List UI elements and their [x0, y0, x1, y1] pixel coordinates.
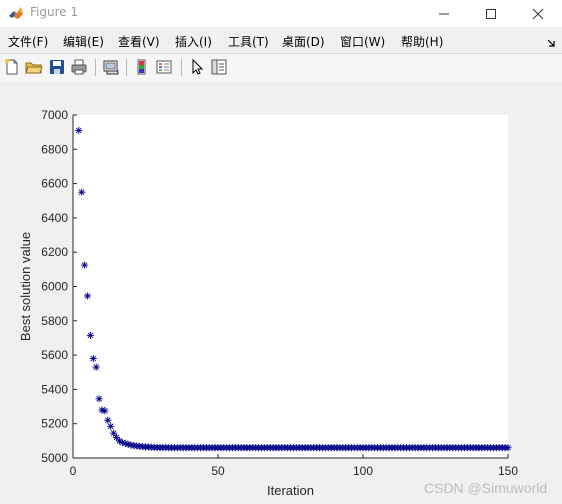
minimize-button[interactable]	[421, 0, 467, 27]
property-inspector-icon[interactable]	[210, 58, 228, 76]
x-tick-label: 150	[498, 464, 518, 478]
y-tick-label: 6800	[41, 142, 68, 156]
menu-tools[interactable]: 工具(T)	[228, 33, 269, 50]
window-title: Figure 1	[30, 5, 79, 19]
new-figure-icon[interactable]	[3, 58, 21, 76]
toolbar-separator	[126, 59, 127, 76]
data-point	[107, 422, 115, 430]
close-button[interactable]	[515, 0, 561, 27]
y-tick-label: 7000	[41, 108, 68, 122]
x-tick-label: 50	[211, 464, 225, 478]
close-icon	[532, 8, 544, 19]
data-point	[89, 354, 97, 363]
menu-file[interactable]: 文件(F)	[8, 33, 48, 50]
save-icon[interactable]	[48, 58, 66, 76]
y-tick-label: 5600	[41, 348, 68, 362]
axes-background	[73, 115, 508, 458]
y-axis-label: Best solution value	[18, 232, 33, 341]
data-point	[78, 188, 86, 196]
insert-colorbar-icon[interactable]	[133, 58, 151, 76]
figure-window: Figure 1 文件(F) 编辑(E) 查看(V) 插入(I) 工具(T) 桌…	[0, 0, 562, 504]
y-tick-label: 5000	[41, 451, 68, 465]
y-tick-label: 6600	[41, 177, 68, 191]
print-icon[interactable]	[70, 58, 88, 76]
menu-view[interactable]: 查看(V)	[118, 33, 160, 50]
matlab-icon	[8, 5, 24, 21]
menu-edit[interactable]: 编辑(E)	[63, 33, 104, 50]
y-tick-label: 6000	[41, 280, 68, 294]
figure-toolbar	[0, 53, 562, 83]
minimize-icon	[439, 13, 449, 14]
menu-help[interactable]: 帮助(H)	[401, 33, 443, 50]
data-point	[92, 363, 100, 371]
pointer-icon[interactable]	[188, 58, 206, 76]
x-tick-label: 100	[353, 464, 373, 478]
menu-insert[interactable]: 插入(I)	[175, 33, 212, 50]
dock-arrow-icon[interactable]	[546, 34, 556, 47]
maximize-icon	[486, 8, 496, 19]
data-point	[95, 395, 103, 403]
y-tick-label: 5200	[41, 417, 68, 431]
toolbar-separator	[95, 59, 96, 76]
data-point	[75, 126, 83, 135]
y-tick-label: 5400	[41, 382, 68, 396]
y-tick-label: 5800	[41, 314, 68, 328]
figure-canvas: 5000 5200 5400 5600 5800 6000 6200 6400 6600 6800…	[0, 82, 562, 504]
x-tick-label: 0	[70, 464, 77, 478]
plot-area: 5000 5200 5400 5600 5800 6000 6200 6400 6600 6800…	[18, 108, 518, 498]
title-bar: Figure 1	[0, 0, 562, 27]
data-point	[101, 407, 109, 415]
y-tick-label: 6200	[41, 245, 68, 259]
x-axis-label: Iteration	[267, 483, 314, 498]
open-file-icon[interactable]	[25, 58, 43, 76]
insert-legend-icon[interactable]	[155, 58, 173, 76]
watermark: CSDN @Simuworld	[424, 480, 548, 496]
toolbar-separator	[181, 59, 182, 76]
link-plot-icon[interactable]	[102, 58, 120, 76]
menu-bar: 文件(F) 编辑(E) 查看(V) 插入(I) 工具(T) 桌面(D) 窗口(W…	[0, 29, 562, 51]
menu-window[interactable]: 窗口(W)	[340, 33, 385, 50]
menu-desktop[interactable]: 桌面(D)	[282, 33, 325, 50]
maximize-button[interactable]	[468, 0, 514, 27]
y-tick-label: 6400	[41, 211, 68, 225]
